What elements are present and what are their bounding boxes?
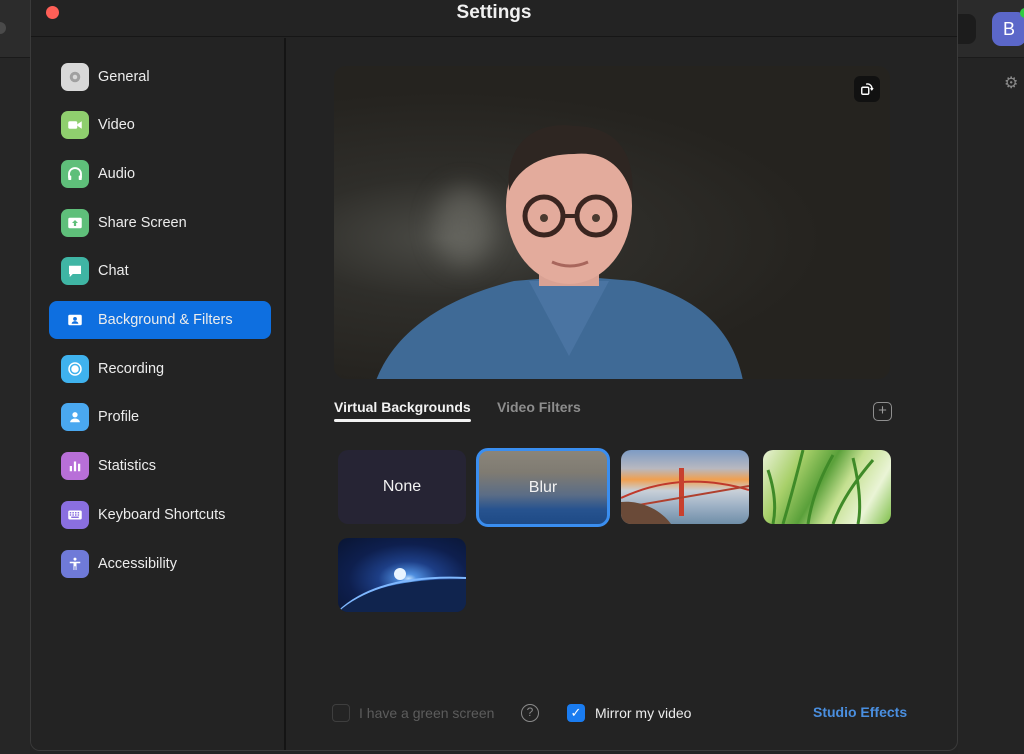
sidebar-item-label: Chat — [98, 263, 129, 279]
background-option-golden-gate-bridge[interactable] — [621, 450, 749, 524]
record-icon — [61, 355, 89, 383]
sidebar-item-recording[interactable]: Recording — [49, 350, 271, 388]
background-option-earth-from-space[interactable] — [338, 538, 466, 612]
video-preview — [334, 66, 890, 379]
bar-chart-icon — [61, 452, 89, 480]
window-title: Settings — [456, 2, 532, 23]
background-option-none[interactable]: None — [338, 450, 466, 524]
chat-bubble-icon — [61, 257, 89, 285]
sidebar-item-share-screen[interactable]: Share Screen — [49, 204, 271, 242]
grass-image — [766, 450, 875, 524]
settings-content: Virtual Backgrounds Video Filters + None… — [288, 38, 957, 750]
background-app-button — [0, 22, 6, 34]
person-video-feed — [376, 125, 743, 379]
background-option-label: Blur — [528, 478, 558, 496]
title-bar: Settings — [31, 0, 957, 37]
mirror-video-checkbox[interactable]: ✓ — [567, 704, 585, 722]
gear-icon[interactable]: ⚙ — [1004, 76, 1020, 92]
keyboard-icon — [61, 501, 89, 529]
background-option-blur[interactable]: Blur — [476, 448, 610, 527]
background-app-toolbar — [0, 0, 30, 58]
settings-sidebar: General Video Audio Share Screen Chat Ba… — [31, 38, 286, 750]
sidebar-item-label: General — [98, 69, 150, 85]
sidebar-item-background-filters[interactable]: Background & Filters — [49, 301, 271, 339]
presence-indicator — [1020, 8, 1024, 18]
sidebar-item-label: Recording — [98, 361, 165, 377]
gear-icon — [61, 63, 89, 91]
sidebar-item-accessibility[interactable]: Accessibility — [49, 545, 271, 583]
sidebar-item-label: Accessibility — [98, 556, 177, 572]
golden-gate-bridge-image — [621, 468, 749, 524]
person-card-icon — [61, 306, 89, 334]
plus-icon: + — [878, 402, 887, 419]
add-background-button[interactable]: + — [873, 402, 892, 421]
green-screen-checkbox[interactable] — [332, 704, 350, 722]
checkmark-icon: ✓ — [570, 705, 582, 720]
help-icon[interactable]: ? — [521, 704, 539, 722]
background-app-search — [958, 14, 976, 44]
background-option-label: None — [382, 478, 422, 495]
sidebar-item-chat[interactable]: Chat — [49, 252, 271, 290]
sidebar-item-label: Keyboard Shortcuts — [98, 507, 226, 523]
background-app-left — [0, 0, 30, 754]
sidebar-item-label: Audio — [98, 166, 136, 182]
avatar-initial: B — [1002, 18, 1015, 39]
sidebar-item-keyboard-shortcuts[interactable]: Keyboard Shortcuts — [49, 496, 271, 534]
green-screen-label: I have a green screen — [359, 705, 495, 721]
sidebar-item-profile[interactable]: Profile — [49, 398, 271, 436]
sidebar-item-label: Statistics — [98, 458, 157, 474]
sidebar-item-audio[interactable]: Audio — [49, 155, 271, 193]
sidebar-item-video[interactable]: Video — [49, 106, 271, 144]
avatar[interactable]: B — [992, 8, 1024, 46]
background-option-grass[interactable] — [763, 450, 891, 524]
video-camera-icon — [61, 111, 89, 139]
profile-icon — [61, 403, 89, 431]
background-app-right: B ⚙ — [958, 0, 1024, 754]
headphones-icon — [61, 160, 89, 188]
accessibility-icon — [61, 550, 89, 578]
share-screen-icon — [61, 209, 89, 237]
studio-effects-link[interactable]: Studio Effects — [813, 704, 907, 720]
rotate-icon — [861, 83, 874, 95]
tab-virtual-backgrounds[interactable]: Virtual Backgrounds — [334, 399, 471, 422]
tab-video-filters[interactable]: Video Filters — [497, 399, 581, 415]
sidebar-item-label: Profile — [98, 409, 140, 425]
sidebar-item-label: Share Screen — [98, 215, 187, 231]
sidebar-item-label: Background & Filters — [98, 312, 233, 328]
sidebar-item-statistics[interactable]: Statistics — [49, 447, 271, 485]
preview-options: I have a green screen ? ✓ Mirror my vide… — [288, 702, 957, 726]
mirror-video-label: Mirror my video — [595, 705, 692, 721]
earth-image — [338, 568, 466, 612]
sidebar-item-general[interactable]: General — [49, 58, 271, 96]
background-app-toolbar-right: B — [958, 0, 1024, 58]
rotate-camera-button[interactable] — [854, 76, 880, 102]
settings-window: Settings General Video Audio Share Scree… — [30, 0, 958, 751]
sidebar-item-label: Video — [98, 117, 135, 133]
